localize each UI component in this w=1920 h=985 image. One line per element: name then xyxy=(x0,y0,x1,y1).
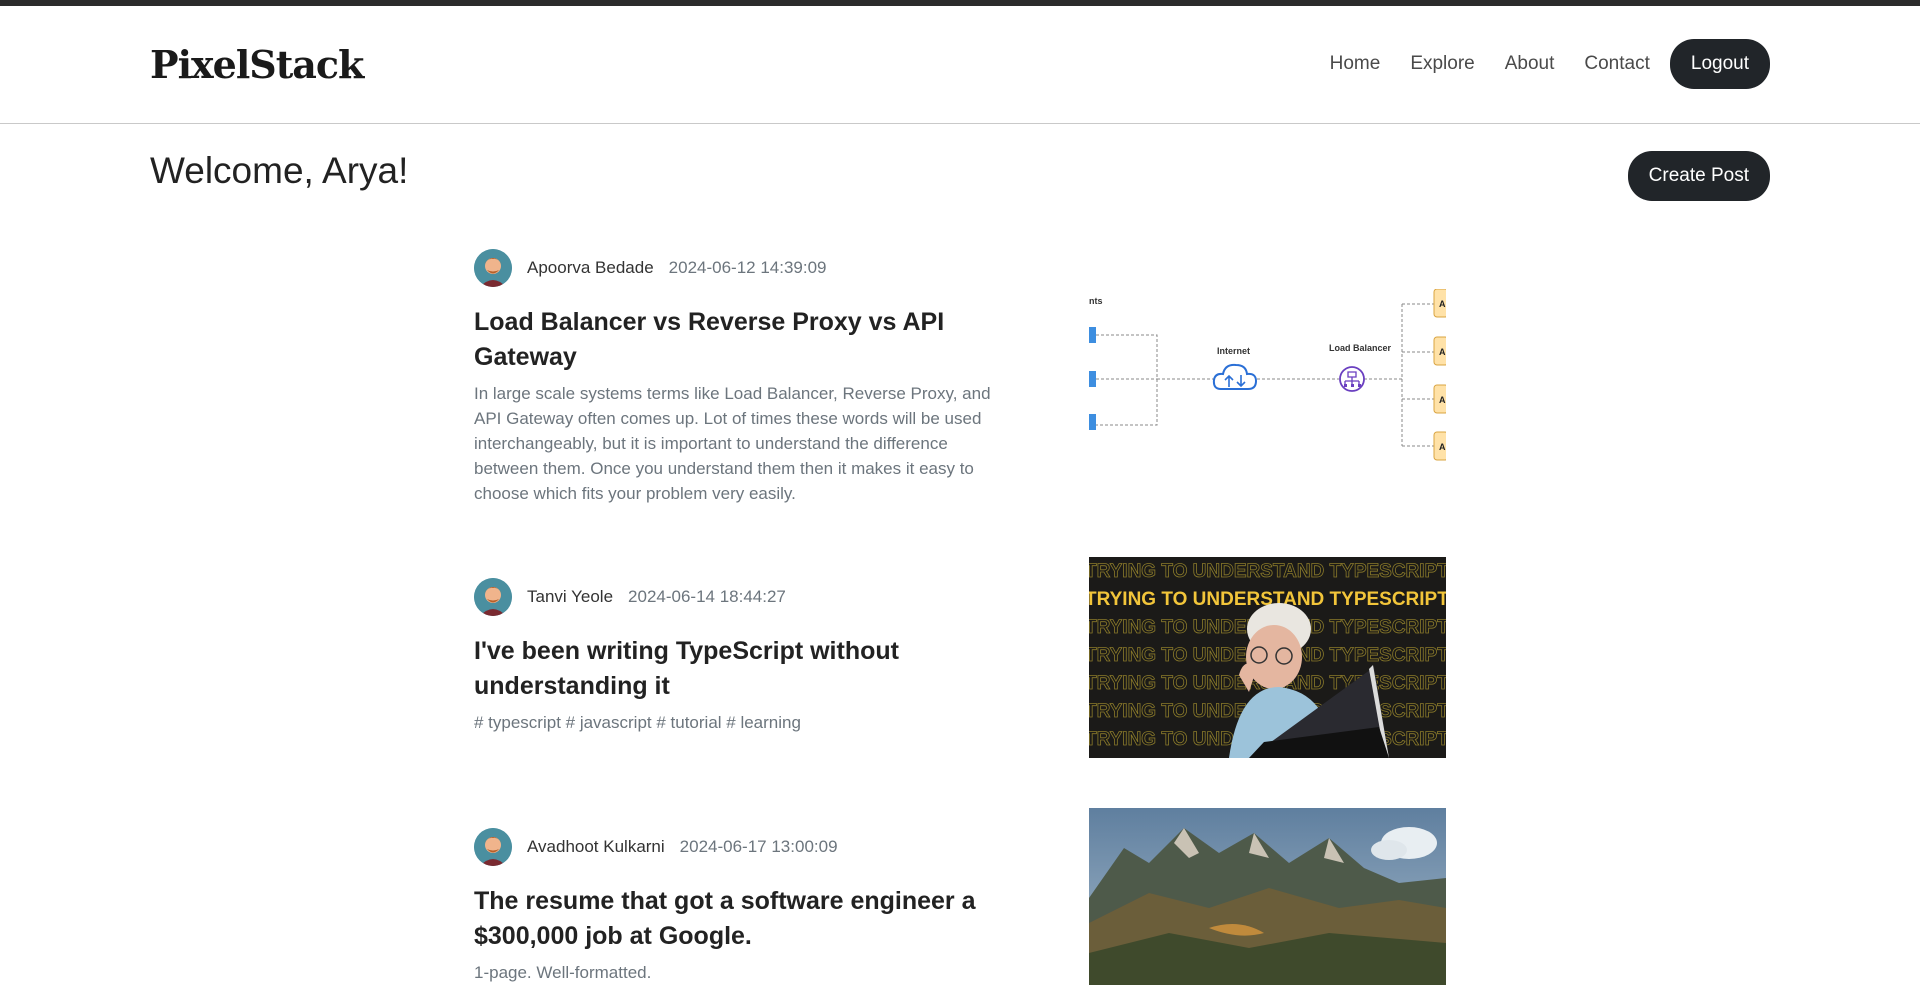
post-title[interactable]: The resume that got a software engineer … xyxy=(474,884,994,954)
navbar: PixelStack Home Explore About Contact Lo… xyxy=(0,6,1920,124)
post-excerpt: 1-page. Well-formatted. xyxy=(474,963,652,982)
diagram-internet-label: Internet xyxy=(1217,346,1250,356)
create-post-button[interactable]: Create Post xyxy=(1627,151,1770,201)
diagram-lb-label: Load Balancer xyxy=(1329,343,1392,353)
nav-explore-link[interactable]: Explore xyxy=(1410,53,1474,75)
svg-text:A: A xyxy=(1439,347,1446,357)
post-author[interactable]: Tanvi Yeole xyxy=(527,587,613,607)
post-date: 2024-06-17 13:00:09 xyxy=(679,837,838,856)
post-meta: Apoorva Bedade 2024-06-12 14:39:09 xyxy=(474,249,1446,287)
welcome-heading: Welcome, Arya! xyxy=(150,150,409,191)
post-author[interactable]: Avadhoot Kulkarni xyxy=(527,837,665,857)
nav-home-link[interactable]: Home xyxy=(1330,53,1381,75)
post-excerpt: In large scale systems terms like Load B… xyxy=(474,384,991,503)
svg-text:A: A xyxy=(1439,299,1446,309)
post-tags: # typescript # javascript # tutorial # l… xyxy=(474,713,801,732)
nav-contact-link[interactable]: Contact xyxy=(1584,53,1649,75)
post-date: 2024-06-12 14:39:09 xyxy=(668,258,827,277)
svg-text:TRYING TO UNDERSTAND TYPESCRIP: TRYING TO UNDERSTAND TYPESCRIPT xyxy=(1089,561,1446,582)
post-thumbnail[interactable]: nts Internet Load Balancer A A A A xyxy=(1089,289,1446,474)
nav-links: Home Explore About Contact Logout xyxy=(1330,39,1770,89)
author-avatar xyxy=(474,828,512,866)
nav-about-link[interactable]: About xyxy=(1505,53,1555,75)
post-title[interactable]: I've been writing TypeScript without und… xyxy=(474,634,994,704)
logout-button[interactable]: Logout xyxy=(1669,39,1770,89)
diagram-clients-label: nts xyxy=(1089,296,1103,306)
post-thumbnail[interactable] xyxy=(1089,808,1446,985)
post-author[interactable]: Apoorva Bedade xyxy=(527,258,654,278)
author-avatar xyxy=(474,578,512,616)
post-card[interactable]: Apoorva Bedade 2024-06-12 14:39:09 Load … xyxy=(474,249,1446,506)
svg-text:A: A xyxy=(1439,442,1446,452)
author-avatar xyxy=(474,249,512,287)
brand-logo[interactable]: PixelStack xyxy=(150,42,364,87)
post-title[interactable]: Load Balancer vs Reverse Proxy vs API Ga… xyxy=(474,305,994,375)
post-card[interactable]: Avadhoot Kulkarni 2024-06-17 13:00:09 Th… xyxy=(474,808,1446,985)
post-card[interactable]: Tanvi Yeole 2024-06-14 18:44:27 I've bee… xyxy=(474,557,1446,758)
post-thumbnail[interactable]: TRYING TO UNDERSTAND TYPESCRIPT TRYING T… xyxy=(1089,557,1446,758)
svg-text:A: A xyxy=(1439,395,1446,405)
post-date: 2024-06-14 18:44:27 xyxy=(628,587,786,606)
